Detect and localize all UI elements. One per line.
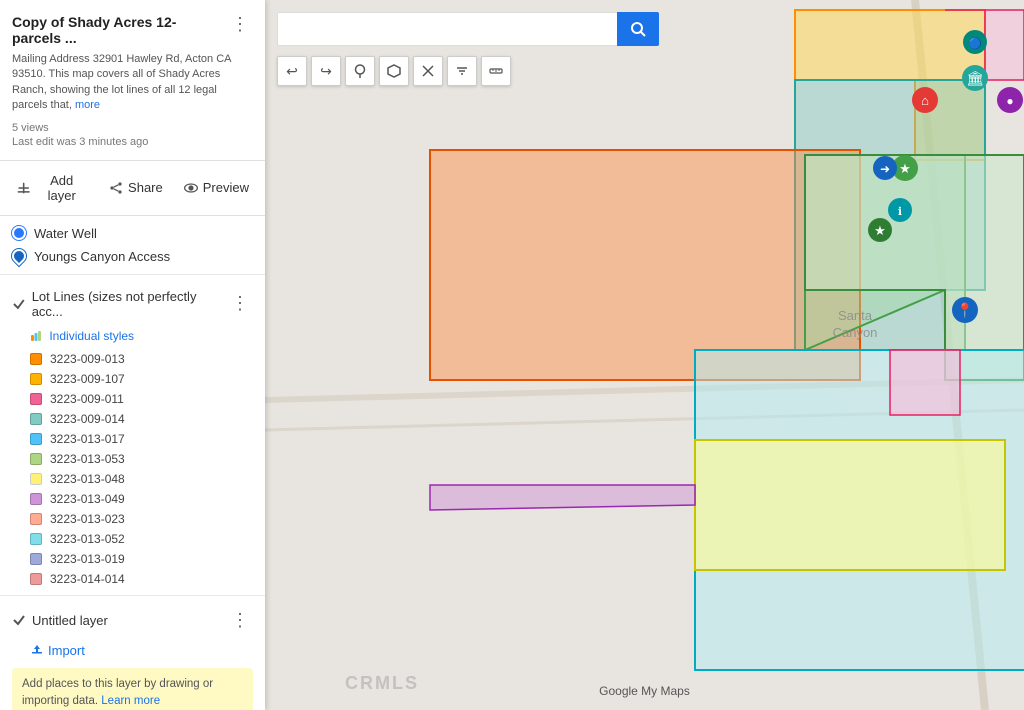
more-link[interactable]: more <box>75 99 100 111</box>
last-edit: Last edit was 3 minutes ago <box>12 136 253 148</box>
google-maps-label: Google My Maps <box>599 684 690 698</box>
check-icon-2 <box>12 613 26 627</box>
lot-item-8: 3223-013-023 <box>0 509 265 529</box>
preview-button[interactable]: Preview <box>177 176 255 200</box>
map-svg: Santa Canyon 🏛 ★ ➜ 🔵 ⌂ ● ℹ ★ 📍 <box>265 0 1024 710</box>
search-icon <box>630 21 646 37</box>
add-layer-icon <box>16 180 31 196</box>
svg-text:★: ★ <box>874 223 886 238</box>
lot-item-0: 3223-009-013 <box>0 349 265 369</box>
search-button[interactable] <box>617 12 659 46</box>
ruler-icon <box>489 64 503 78</box>
svg-text:★: ★ <box>899 161 911 176</box>
untitled-layer-1: Untitled layer ⋮ Import Add places to th… <box>0 596 265 710</box>
lot-item-11: 3223-014-014 <box>0 569 265 589</box>
road-icon <box>421 64 435 78</box>
lot-color-4 <box>30 433 42 445</box>
lot-color-2 <box>30 393 42 405</box>
svg-text:ℹ: ℹ <box>898 206 902 218</box>
lot-item-9: 3223-013-052 <box>0 529 265 549</box>
lot-lines-more-button[interactable]: ⋮ <box>227 293 253 314</box>
ruler-button[interactable] <box>481 56 511 86</box>
marker-button[interactable] <box>345 56 375 86</box>
search-bar <box>277 12 659 46</box>
palette-icon <box>30 330 42 342</box>
lot-color-3 <box>30 413 42 425</box>
lot-color-6 <box>30 473 42 485</box>
lot-item-6: 3223-013-048 <box>0 469 265 489</box>
water-well-icon <box>12 226 26 240</box>
water-well-item: Water Well <box>0 222 265 245</box>
toolbar: Add layer Share Preview <box>0 161 265 216</box>
lot-color-1 <box>30 373 42 385</box>
svg-text:Santa: Santa <box>838 308 873 323</box>
svg-text:➜: ➜ <box>880 162 890 176</box>
youngs-canyon-item: Youngs Canyon Access <box>0 245 265 268</box>
share-icon <box>108 180 124 196</box>
map-description: Mailing Address 32901 Hawley Rd, Acton C… <box>12 52 253 114</box>
lot-item-3: 3223-009-014 <box>0 409 265 429</box>
lot-item-2: 3223-009-011 <box>0 389 265 409</box>
lot-color-5 <box>30 453 42 465</box>
redo-button[interactable]: ↪ <box>311 56 341 86</box>
map-area[interactable]: ↩ ↪ <box>265 0 1024 710</box>
lot-color-8 <box>30 513 42 525</box>
search-input[interactable] <box>277 12 617 46</box>
add-layer-button[interactable]: Add layer <box>10 169 94 207</box>
svg-text:⌂: ⌂ <box>921 93 929 108</box>
lot-item-4: 3223-013-017 <box>0 429 265 449</box>
lot-color-11 <box>30 573 42 585</box>
youngs-canyon-icon <box>9 246 29 266</box>
lot-item-7: 3223-013-049 <box>0 489 265 509</box>
sidebar: Copy of Shady Acres 12- parcels ... ⋮ Ma… <box>0 0 265 710</box>
lot-item-10: 3223-013-019 <box>0 549 265 569</box>
map-controls: ↩ ↪ <box>277 56 511 86</box>
lot-color-0 <box>30 353 42 365</box>
individual-styles-link[interactable]: Individual styles <box>0 327 265 349</box>
lot-color-9 <box>30 533 42 545</box>
road-button[interactable] <box>413 56 443 86</box>
svg-text:📍: 📍 <box>956 302 973 319</box>
views-count: 5 views <box>12 122 253 134</box>
map-title-section: Copy of Shady Acres 12- parcels ... ⋮ Ma… <box>0 0 265 161</box>
filter-button[interactable] <box>447 56 477 86</box>
map-meta: 5 views Last edit was 3 minutes ago <box>12 122 253 148</box>
lot-item-5: 3223-013-053 <box>0 449 265 469</box>
lot-lines-header: Lot Lines (sizes not perfectly acc... ⋮ <box>0 281 265 327</box>
share-button[interactable]: Share <box>102 176 169 200</box>
check-icon <box>12 297 26 311</box>
import-icon <box>30 643 44 657</box>
undo-button[interactable]: ↩ <box>277 56 307 86</box>
lot-item-1: 3223-009-107 <box>0 369 265 389</box>
map-title: Copy of Shady Acres 12- parcels ... <box>12 14 221 46</box>
pin-icon <box>353 64 367 78</box>
crmls-watermark: CRMLS <box>345 673 419 694</box>
shape-button[interactable] <box>379 56 409 86</box>
svg-text:Canyon: Canyon <box>833 325 878 340</box>
eye-icon <box>183 180 199 196</box>
import-link[interactable]: Import <box>0 639 265 662</box>
untitled-layer-1-more-button[interactable]: ⋮ <box>227 610 253 631</box>
info-box: Add places to this layer by drawing or i… <box>12 668 253 710</box>
lot-color-10 <box>30 553 42 565</box>
svg-text:🔵: 🔵 <box>968 37 982 50</box>
untitled-layer-1-header: Untitled layer ⋮ <box>0 602 265 639</box>
map-more-options-button[interactable]: ⋮ <box>227 14 253 35</box>
filter-icon <box>455 64 469 78</box>
places-layer: Water Well Youngs Canyon Access <box>0 216 265 275</box>
learn-more-link[interactable]: Learn more <box>101 695 160 707</box>
lot-lines-layer: Lot Lines (sizes not perfectly acc... ⋮ … <box>0 275 265 596</box>
lot-color-7 <box>30 493 42 505</box>
svg-text:●: ● <box>1006 94 1013 108</box>
shape-icon <box>387 64 401 78</box>
svg-text:🏛: 🏛 <box>966 70 984 86</box>
